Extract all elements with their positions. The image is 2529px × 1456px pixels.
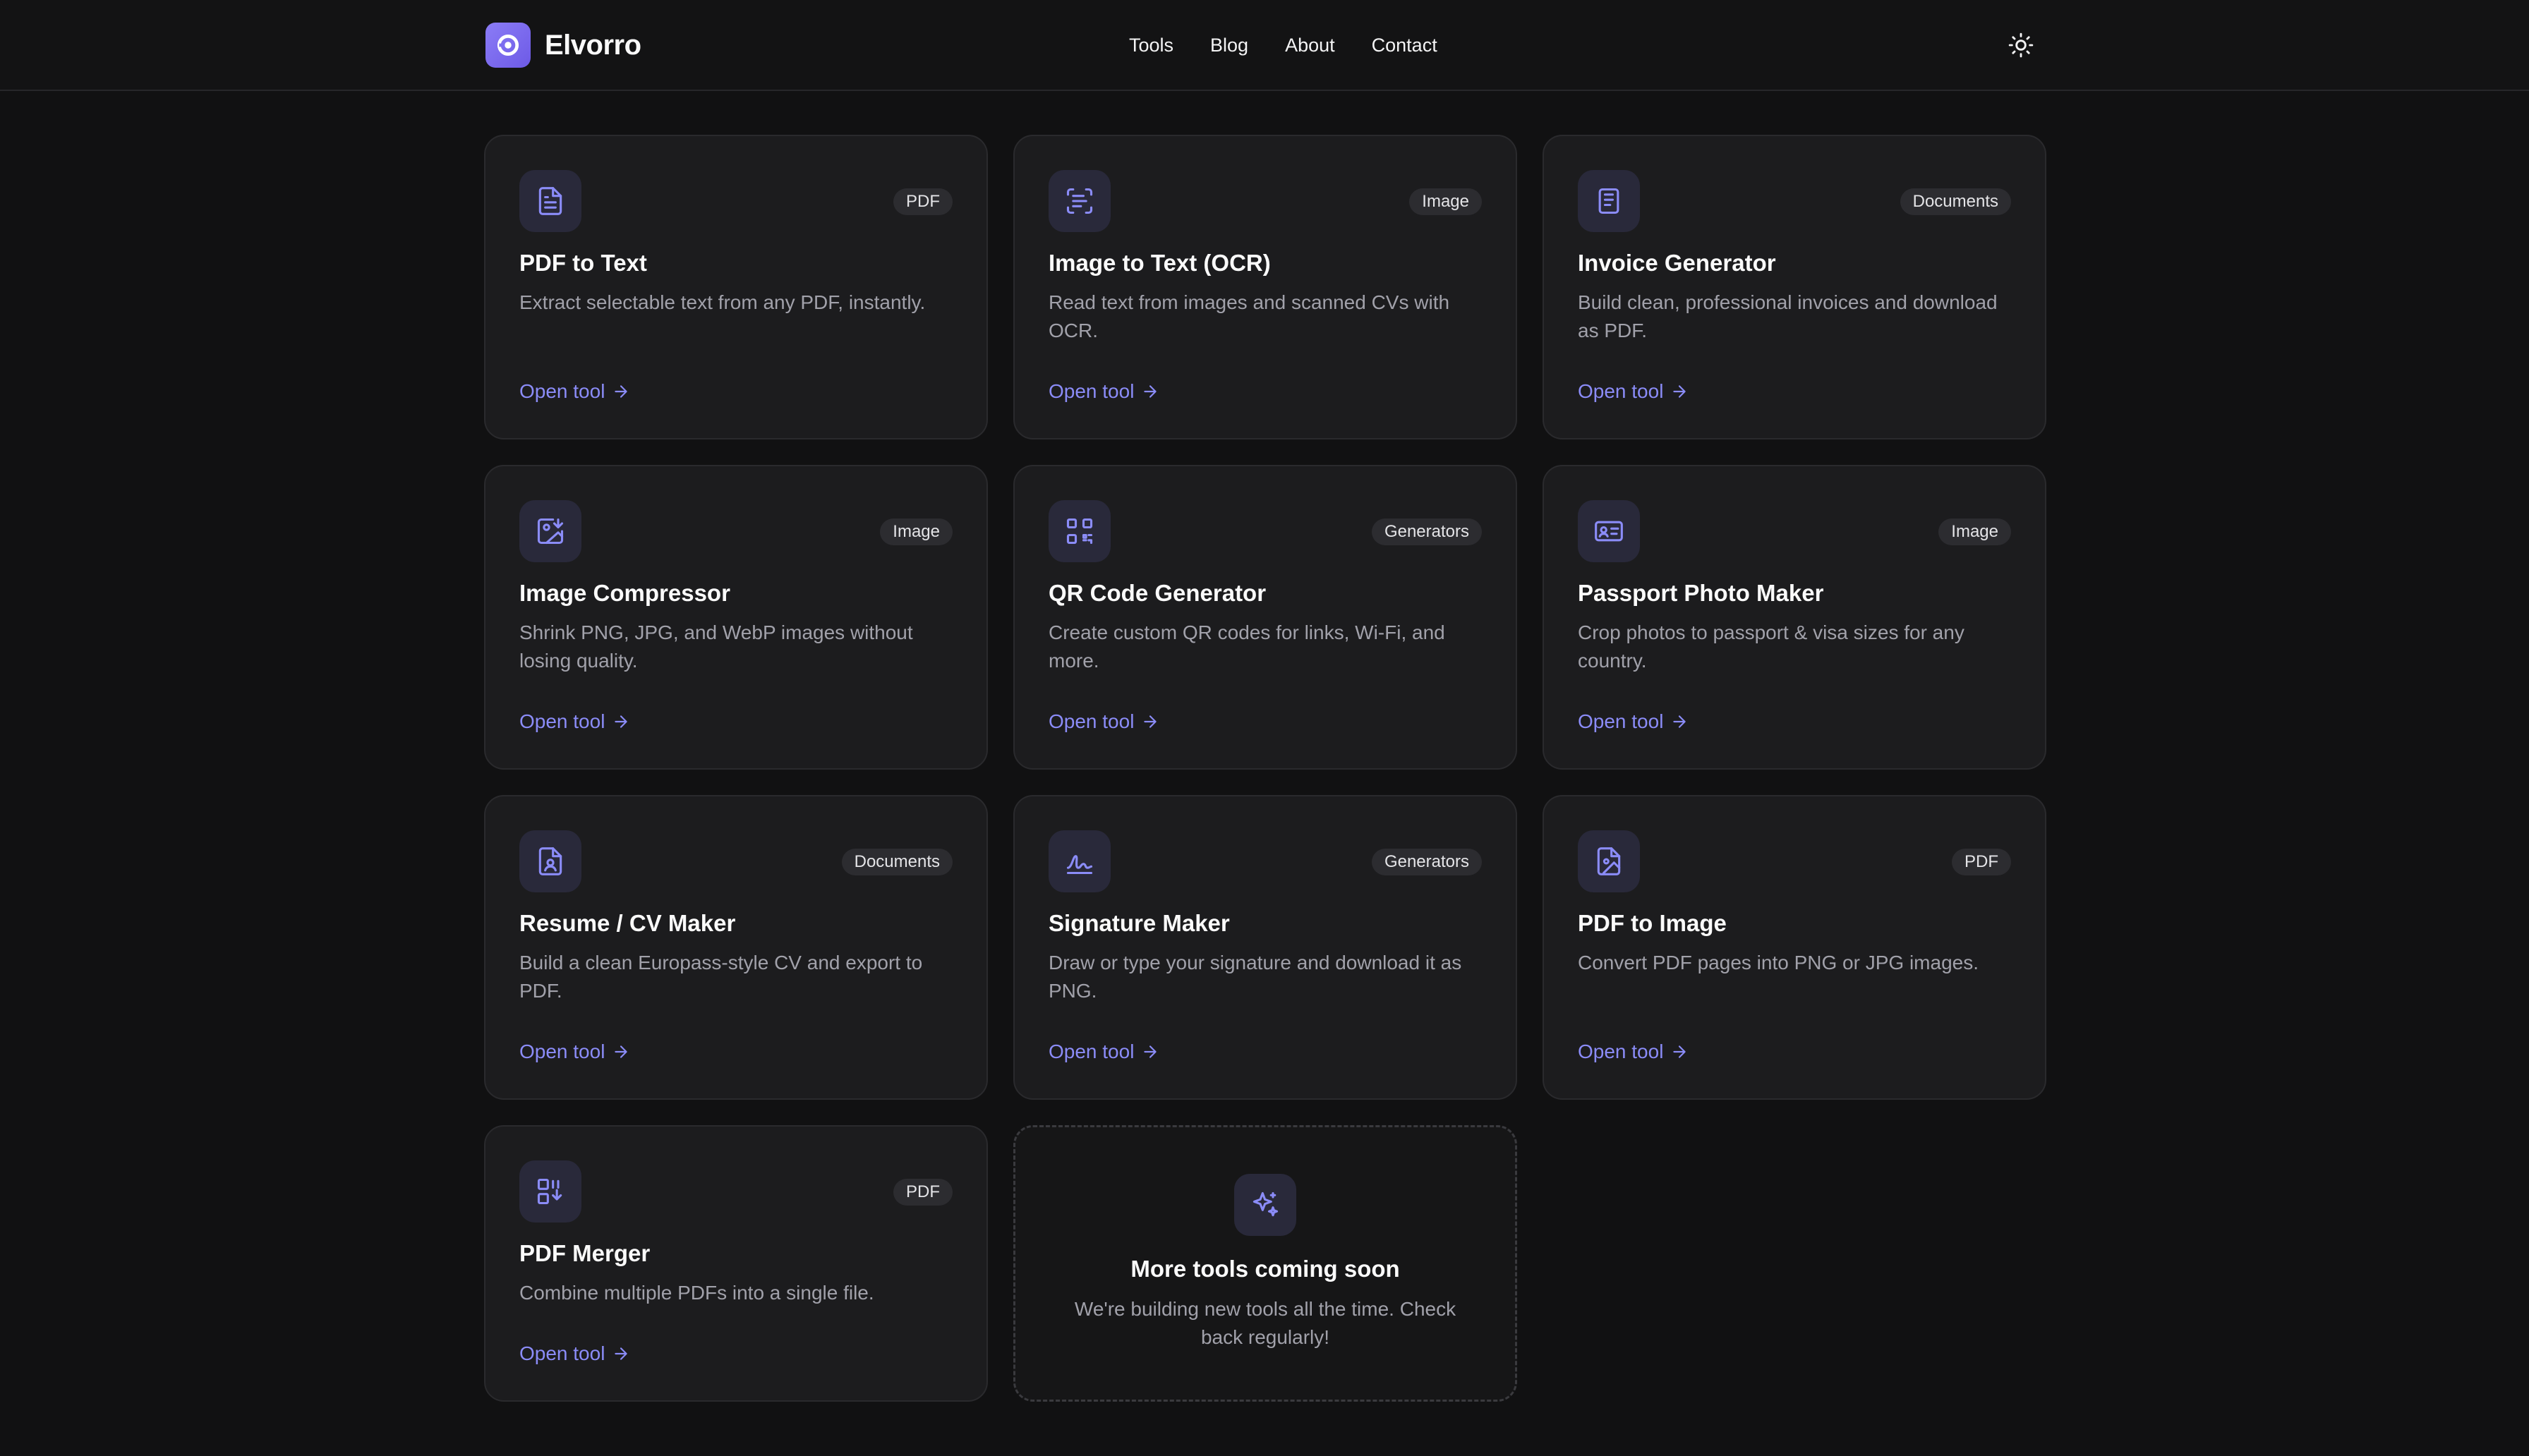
tool-title: PDF to Text	[519, 250, 647, 276]
open-tool-link[interactable]: Open tool	[519, 1342, 630, 1365]
category-badge: Image	[1409, 188, 1482, 215]
qr-code-icon	[1049, 500, 1111, 562]
category-badge: Generators	[1371, 849, 1482, 875]
tool-title: Invoice Generator	[1578, 250, 1776, 276]
file-text-icon	[519, 170, 581, 232]
open-tool-link[interactable]: Open tool	[519, 710, 630, 733]
category-badge: PDF	[893, 188, 953, 215]
category-badge: Documents	[1900, 188, 2011, 215]
tool-card-resume-cv-maker[interactable]: Documents Resume / CV Maker Build a clea…	[484, 795, 988, 1100]
tool-card-passport-photo-maker[interactable]: Image Passport Photo Maker Crop photos t…	[1543, 465, 2046, 770]
tool-card-pdf-merger[interactable]: PDF PDF Merger Combine multiple PDFs int…	[484, 1125, 988, 1402]
tool-description: Create custom QR codes for links, Wi-Fi,…	[1049, 621, 1445, 672]
tool-description: Convert PDF pages into PNG or JPG images…	[1578, 952, 1979, 973]
open-tool-label: Open tool	[1578, 1041, 1664, 1062]
tool-card-qr-code-generator[interactable]: Generators QR Code Generator Create cust…	[1013, 465, 1517, 770]
tool-description: Crop photos to passport & visa sizes for…	[1578, 621, 1964, 672]
nav-blog[interactable]: Blog	[1210, 35, 1248, 56]
brand-name: Elvorro	[545, 29, 641, 61]
open-tool-label: Open tool	[519, 710, 605, 732]
tool-card-pdf-to-text[interactable]: PDF PDF to Text Extract selectable text …	[484, 135, 988, 439]
brand-logo-icon	[485, 23, 531, 68]
category-badge: Image	[1938, 518, 2011, 545]
signature-icon	[1049, 830, 1111, 892]
tool-title: QR Code Generator	[1049, 580, 1267, 606]
scan-text-icon	[1049, 170, 1111, 232]
tool-card-image-compressor[interactable]: Image Image Compressor Shrink PNG, JPG, …	[484, 465, 988, 770]
tool-description: Build a clean Europass-style CV and expo…	[519, 952, 923, 1002]
arrow-right-icon	[615, 385, 628, 398]
category-badge: Image	[880, 518, 953, 545]
open-tool-label: Open tool	[1049, 1041, 1135, 1062]
arrow-right-icon	[1673, 385, 1686, 398]
theme-toggle-button[interactable]	[2004, 28, 2038, 62]
nav-about[interactable]: About	[1285, 35, 1335, 56]
arrow-right-icon	[615, 1045, 628, 1058]
open-tool-label: Open tool	[1578, 380, 1664, 402]
tool-card-signature-maker[interactable]: Generators Signature Maker Draw or type …	[1013, 795, 1517, 1100]
open-tool-label: Open tool	[519, 380, 605, 402]
tool-description: Read text from images and scanned CVs wi…	[1049, 291, 1450, 341]
coming-soon-title: More tools coming soon	[1130, 1256, 1400, 1282]
brand[interactable]: Elvorro	[485, 23, 641, 68]
tool-card-image-to-text[interactable]: Image Image to Text (OCR) Read text from…	[1013, 135, 1517, 439]
tool-card-pdf-to-image[interactable]: PDF PDF to Image Convert PDF pages into …	[1543, 795, 2046, 1100]
receipt-icon	[1578, 170, 1640, 232]
id-card-icon	[1578, 500, 1640, 562]
arrow-right-icon	[1144, 1045, 1157, 1058]
open-tool-label: Open tool	[1049, 380, 1135, 402]
file-user-icon	[519, 830, 581, 892]
tool-title: PDF Merger	[519, 1240, 651, 1266]
coming-soon-card: More tools coming soon We're building ne…	[1013, 1125, 1517, 1402]
open-tool-link[interactable]: Open tool	[1049, 1041, 1159, 1063]
nav-contact[interactable]: Contact	[1372, 35, 1437, 56]
file-image-icon	[1578, 830, 1640, 892]
open-tool-label: Open tool	[519, 1041, 605, 1062]
tool-title: Image Compressor	[519, 580, 730, 606]
tool-title: Resume / CV Maker	[519, 910, 736, 936]
arrow-right-icon	[615, 715, 628, 728]
main-nav: Tools Blog About Contact	[1129, 28, 1437, 62]
tool-card-invoice-generator[interactable]: Documents Invoice Generator Build clean,…	[1543, 135, 2046, 439]
open-tool-link[interactable]: Open tool	[1578, 1041, 1689, 1063]
tool-title: Signature Maker	[1049, 910, 1230, 936]
tools-grid: PDF PDF to Text Extract selectable text …	[484, 135, 2046, 1402]
tool-description: Shrink PNG, JPG, and WebP images without…	[519, 621, 913, 672]
site-header: Elvorro Tools Blog About Contact	[0, 0, 2529, 91]
category-badge: Generators	[1371, 518, 1482, 545]
arrow-right-icon	[1144, 385, 1157, 398]
open-tool-link[interactable]: Open tool	[1578, 710, 1689, 733]
merge-icon	[519, 1160, 581, 1223]
open-tool-label: Open tool	[1049, 710, 1135, 732]
arrow-right-icon	[615, 1347, 628, 1360]
sparkles-icon	[1234, 1174, 1296, 1236]
arrow-right-icon	[1673, 715, 1686, 728]
tool-description: Combine multiple PDFs into a single file…	[519, 1282, 874, 1304]
open-tool-link[interactable]: Open tool	[1578, 380, 1689, 403]
open-tool-label: Open tool	[519, 1342, 605, 1364]
tool-description: Extract selectable text from any PDF, in…	[519, 291, 926, 313]
sun-icon	[2008, 32, 2034, 58]
tool-title: Passport Photo Maker	[1578, 580, 1824, 606]
open-tool-link[interactable]: Open tool	[519, 380, 630, 403]
nav-tools[interactable]: Tools	[1129, 35, 1173, 56]
category-badge: PDF	[893, 1179, 953, 1206]
open-tool-label: Open tool	[1578, 710, 1664, 732]
arrow-right-icon	[1673, 1045, 1686, 1058]
tool-description: Build clean, professional invoices and d…	[1578, 291, 1998, 341]
category-badge: PDF	[1952, 849, 2011, 875]
tool-title: Image to Text (OCR)	[1049, 250, 1271, 276]
coming-soon-description: We're building new tools all the time. C…	[1074, 1298, 1456, 1348]
open-tool-link[interactable]: Open tool	[1049, 710, 1159, 733]
category-badge: Documents	[841, 849, 953, 875]
image-down-icon	[519, 500, 581, 562]
tool-description: Draw or type your signature and download…	[1049, 952, 1462, 1002]
tool-title: PDF to Image	[1578, 910, 1727, 936]
open-tool-link[interactable]: Open tool	[1049, 380, 1159, 403]
open-tool-link[interactable]: Open tool	[519, 1041, 630, 1063]
arrow-right-icon	[1144, 715, 1157, 728]
